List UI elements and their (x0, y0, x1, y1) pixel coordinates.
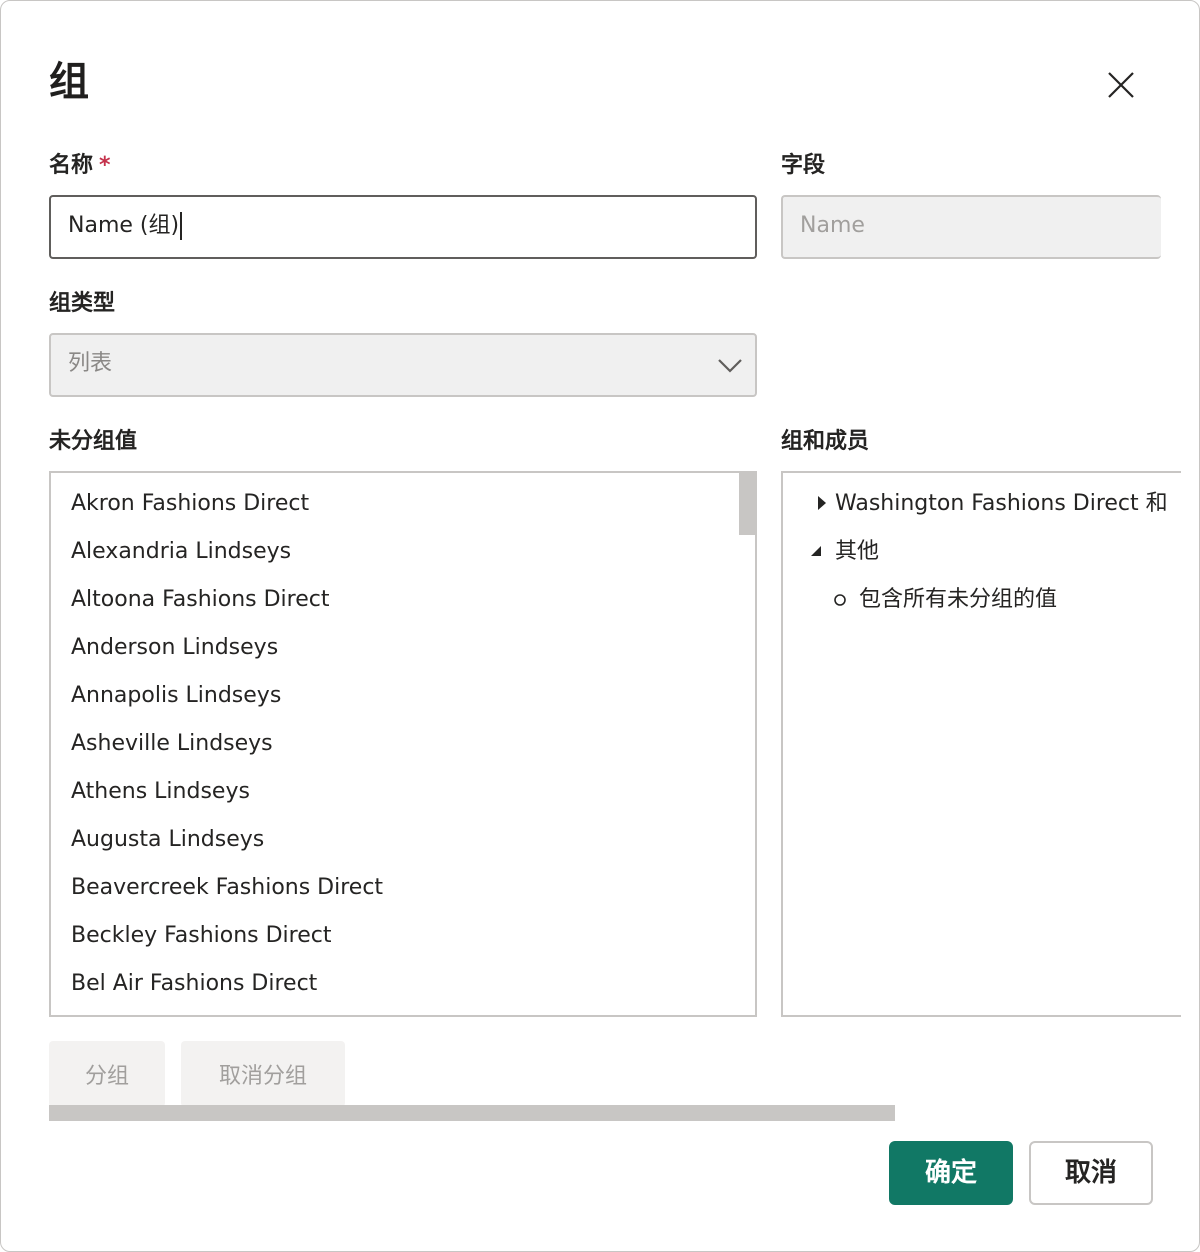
name-input[interactable]: Name (组) (49, 195, 757, 259)
list-item[interactable]: Altoona Fashions Direct (71, 585, 330, 615)
ok-button[interactable]: 确定 (889, 1141, 1013, 1205)
group-button[interactable]: 分组 (49, 1041, 165, 1107)
list-item[interactable]: Asheville Lindseys (71, 729, 273, 759)
name-label-text: 名称 (49, 153, 94, 178)
name-input-value: Name (组) (68, 213, 180, 238)
ungrouped-label: 未分组值 (49, 429, 138, 454)
field-label: 字段 (781, 153, 826, 178)
horizontal-scrollbar[interactable] (49, 1105, 895, 1121)
close-icon (1108, 72, 1134, 98)
dialog-title: 组 (49, 59, 89, 105)
group-type-select: 列表 (49, 333, 757, 397)
required-marker: * (99, 153, 111, 178)
tree-item-washington[interactable]: Washington Fashions Direct 和 (835, 489, 1168, 519)
list-item[interactable]: Akron Fashions Direct (71, 489, 309, 519)
group-dialog: 组 名称 * Name (组) 字段 Name 组类型 列表 未分组值 Akron… (0, 0, 1200, 1252)
list-item[interactable]: Beavercreek Fashions Direct (71, 873, 383, 903)
list-item[interactable]: Bel Air Fashions Direct (71, 969, 317, 999)
tree-item-all-ungrouped[interactable]: 包含所有未分组的值 (859, 585, 1057, 615)
field-input: Name (781, 195, 1161, 259)
list-item[interactable]: Alexandria Lindseys (71, 537, 291, 567)
tree-item-other[interactable]: 其他 (835, 537, 879, 567)
caret-down-icon[interactable] (809, 543, 823, 559)
circle-bullet-icon (834, 594, 846, 606)
group-type-label: 组类型 (49, 291, 116, 316)
close-button[interactable] (1101, 65, 1141, 105)
chevron-down-icon (718, 359, 742, 373)
ungroup-button[interactable]: 取消分组 (181, 1041, 345, 1107)
ungrouped-list[interactable]: Akron Fashions Direct Alexandria Lindsey… (49, 471, 757, 1017)
groups-tree[interactable]: Washington Fashions Direct 和 其他 包含所有未分组的… (781, 471, 1181, 1017)
list-item[interactable]: Augusta Lindseys (71, 825, 264, 855)
cancel-button[interactable]: 取消 (1029, 1141, 1153, 1205)
list-item[interactable]: Athens Lindseys (71, 777, 250, 807)
list-item[interactable]: Beckley Fashions Direct (71, 921, 332, 951)
list-scrollbar-thumb[interactable] (739, 473, 755, 535)
list-item[interactable]: Annapolis Lindseys (71, 681, 281, 711)
groups-label: 组和成员 (781, 429, 870, 454)
list-item[interactable]: Anderson Lindseys (71, 633, 278, 663)
caret-right-icon[interactable] (815, 495, 829, 511)
group-type-value: 列表 (68, 351, 113, 376)
text-cursor (180, 212, 183, 240)
name-label: 名称 * (49, 151, 111, 181)
